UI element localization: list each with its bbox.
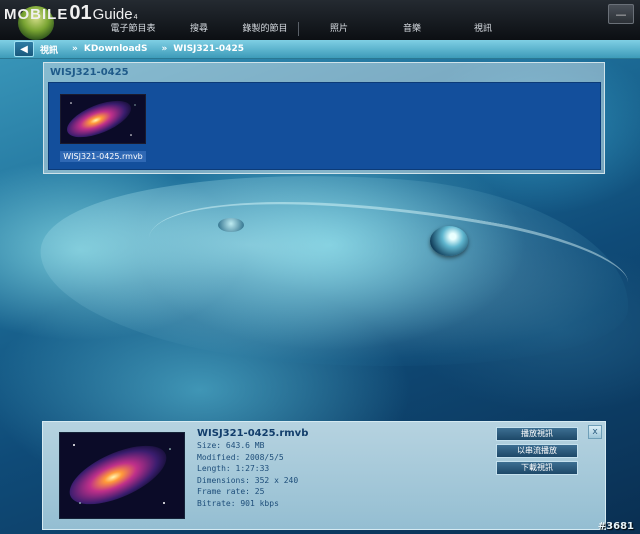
file-modified: Modified: 2008/5/5 [197, 452, 284, 462]
close-details-button[interactable]: x [588, 425, 602, 439]
video-file-label: WISJ321-0425.rmvb [60, 151, 146, 162]
details-thumbnail [59, 432, 185, 519]
play-video-button[interactable]: 播放視訊 [496, 427, 578, 441]
folder-panel: WISJ321-0425 WISJ321-0425.rmvb [43, 62, 605, 174]
video-thumbnail [60, 94, 146, 144]
nav-item-search[interactable]: 搜尋 [166, 20, 232, 38]
file-bitrate: Bitrate: 901 kbps [197, 498, 279, 508]
download-video-button[interactable]: 下載視訊 [496, 461, 578, 475]
file-dimensions: Dimensions: 352 x 240 [197, 475, 299, 485]
folder-title: WISJ321-0425 [50, 67, 129, 78]
minimize-button[interactable]: — [608, 4, 634, 24]
app-logo: MOBILE 01 Guide 4 [4, 2, 138, 24]
top-navigation-bar: MOBILE 01 Guide 4 電子節目表 搜尋 錄製的節目 照片 音樂 視… [0, 0, 640, 41]
breadcrumb-separator: » [72, 44, 78, 54]
breadcrumb: ◀ 視訊 » KDownloadS » WISJ321-0425 [0, 40, 640, 59]
back-arrow-icon: ◀ [20, 43, 28, 55]
minimize-icon: — [615, 7, 627, 21]
wallpaper-small-droplet [218, 218, 244, 232]
stream-play-button[interactable]: 以串流播放 [496, 444, 578, 458]
nav-item-videos[interactable]: 視訊 [445, 20, 521, 38]
file-name: WISJ321-0425.rmvb [197, 428, 309, 439]
nav-item-recorded-tv[interactable]: 錄製的節目 [232, 20, 298, 38]
nav-item-epg[interactable]: 電子節目表 [100, 20, 166, 38]
nav-item-music[interactable]: 音樂 [379, 20, 445, 38]
logo-text-left: MOBILE [4, 6, 69, 23]
breadcrumb-root[interactable]: 視訊 [40, 43, 58, 56]
wallpaper-water-droplet [430, 226, 468, 256]
file-length: Length: 1:27:33 [197, 464, 270, 473]
file-info: WISJ321-0425.rmvb Size: 643.6 MB Modifie… [197, 428, 308, 509]
file-size: Size: 643.6 MB [197, 441, 265, 450]
nav-item-photos[interactable]: 照片 [299, 20, 379, 38]
details-panel: WISJ321-0425.rmvb Size: 643.6 MB Modifie… [42, 421, 606, 530]
breadcrumb-current: WISJ321-0425 [173, 44, 244, 54]
video-file-item[interactable]: WISJ321-0425.rmvb [60, 94, 148, 162]
image-watermark: #3681 [597, 521, 634, 532]
logo-text-mid: 01 [69, 2, 92, 24]
back-button[interactable]: ◀ [14, 41, 34, 57]
folder-contents: WISJ321-0425.rmvb [48, 82, 601, 170]
main-menu: 電子節目表 搜尋 錄製的節目 照片 音樂 視訊 [100, 20, 521, 38]
breadcrumb-separator: » [161, 44, 168, 54]
breadcrumb-folder[interactable]: KDownloadS [84, 44, 148, 54]
action-buttons: 播放視訊 以串流播放 下載視訊 [496, 427, 578, 478]
file-frame-rate: Frame rate: 25 [197, 487, 265, 496]
